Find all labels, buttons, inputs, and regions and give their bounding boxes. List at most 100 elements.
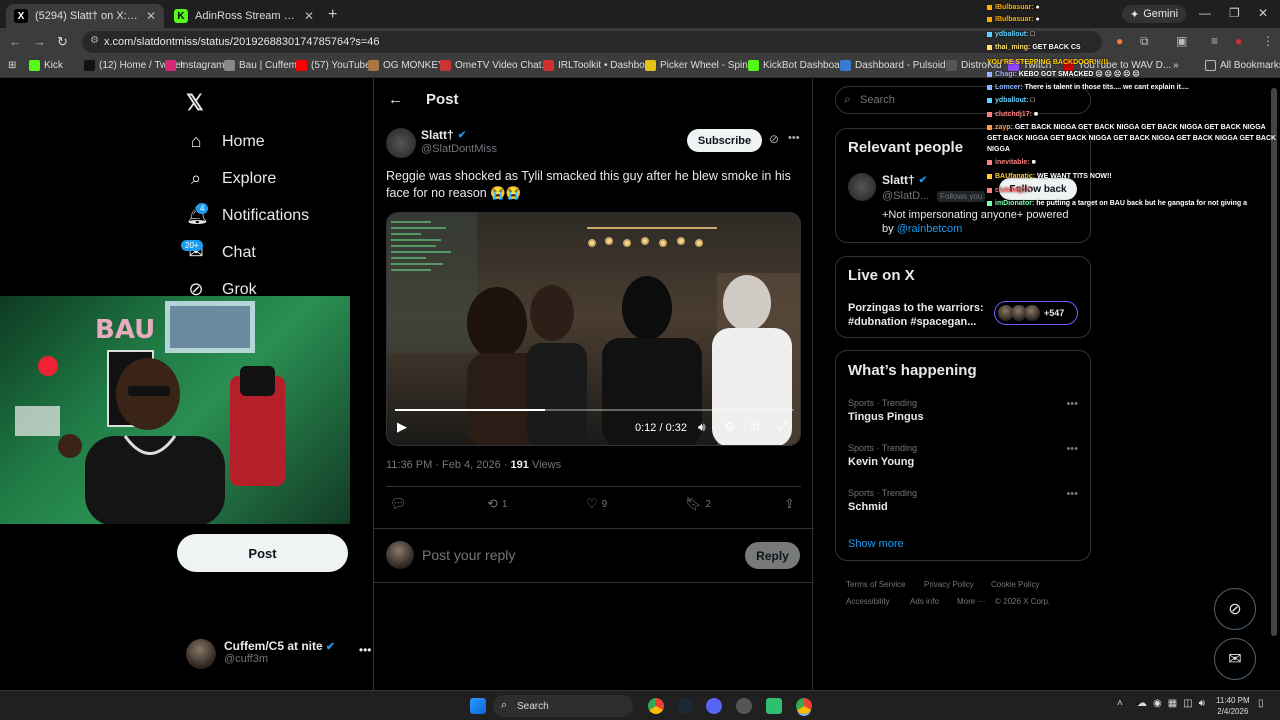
bookmark-item[interactable]: OmeTV Video Chat... — [440, 60, 550, 71]
more-icon[interactable]: ••• — [1066, 398, 1078, 410]
chrome-icon[interactable] — [648, 698, 664, 714]
forward-icon[interactable]: → — [33, 34, 46, 49]
address-bar[interactable]: ⚙ x.com/slatdontmiss/status/201926883017… — [82, 31, 1102, 53]
close-tab-icon[interactable]: ✕ — [298, 9, 314, 23]
x-logo-icon[interactable]: 𝕏 — [186, 90, 204, 116]
bookmark-favicon-icon — [440, 60, 451, 71]
bookmarks-overflow-icon[interactable]: » — [1173, 60, 1179, 71]
copyright: © 2026 X Corp. — [995, 597, 1051, 606]
back-icon[interactable]: ← — [9, 34, 22, 49]
sidepanel-icon[interactable]: ▣ — [1176, 34, 1187, 48]
post-button[interactable]: Post — [177, 534, 348, 572]
taskbar-search[interactable]: ⌕ Search — [493, 695, 633, 717]
footer-link[interactable]: Accessibility — [846, 597, 890, 606]
bookmark-action[interactable]: 🔖︎ 2 — [685, 496, 711, 512]
grok-fab[interactable]: ⊘ — [1214, 588, 1256, 630]
reload-icon[interactable]: ↻ — [57, 34, 68, 50]
trend-item[interactable]: Sports · Trending Tingus Pingus — [848, 398, 924, 423]
reply-button[interactable]: Reply — [745, 542, 800, 569]
reply-action[interactable]: 💬︎ — [390, 496, 407, 512]
live-space-text[interactable]: Porzingas to the warriors: #dubnation #s… — [848, 301, 988, 329]
apps-grid-icon[interactable]: ⊞ — [8, 60, 16, 71]
tab-kick-stream[interactable]: K AdinRoss Stream - Watch Live o ✕ — [166, 4, 322, 28]
author-name[interactable]: Slatt† — [421, 128, 454, 142]
tab-x-post[interactable]: X (5294) Slatt† on X: "Reggie was ✕ — [6, 4, 164, 28]
footer-link[interactable]: Privacy Policy — [924, 580, 974, 589]
video-player[interactable]: ▶ 0:12 / 0:32 🔊︎ ⚙ ⧉ ⤢ — [386, 212, 801, 446]
clock[interactable]: 11:40 PM 2/4/2026 — [1216, 695, 1250, 717]
media-icon[interactable]: ≡ — [1211, 34, 1218, 48]
more-options-icon[interactable]: ••• — [788, 132, 800, 144]
reply-input[interactable] — [422, 543, 722, 567]
back-arrow-icon[interactable]: ← — [388, 91, 403, 108]
extension-icon[interactable]: ● — [1116, 34, 1123, 48]
chat-message: clutchdj17: — [987, 186, 1032, 196]
fullscreen-icon[interactable]: ⤢ — [778, 419, 788, 434]
post-timestamp[interactable]: 11:36 PM · Feb 4, 2026 · — [386, 459, 507, 471]
footer-link[interactable]: Cookie Policy — [991, 580, 1039, 589]
bookmark-item[interactable]: Instagram — [165, 60, 224, 71]
volume-icon[interactable]: 🔊︎ — [698, 420, 706, 435]
bookmark-item[interactable]: IRLToolkit • Dashbo... — [543, 60, 653, 71]
like-action[interactable]: ♡ 9 — [586, 496, 607, 512]
app-icon[interactable] — [766, 698, 782, 714]
picture-in-picture-icon[interactable]: ⧉ — [751, 419, 760, 434]
person-name[interactable]: Slatt† — [882, 173, 915, 187]
repost-action[interactable]: ⟲ 1 — [487, 496, 507, 512]
show-more-link[interactable]: Show more — [848, 538, 904, 550]
menu-icon[interactable]: ⋮ — [1262, 34, 1274, 48]
steam-icon[interactable] — [677, 698, 693, 714]
close-window-icon[interactable]: ✕ — [1258, 6, 1268, 20]
app-icon[interactable] — [736, 698, 752, 714]
author-handle[interactable]: @SlatDontMiss — [421, 143, 497, 155]
bookmark-label: Bau | Cuffem — [239, 60, 297, 71]
person-avatar[interactable] — [848, 173, 876, 201]
bookmark-favicon-icon — [165, 60, 176, 71]
restore-icon[interactable]: ❐ — [1229, 6, 1240, 20]
chat-username: inevitable: — [995, 159, 1030, 166]
bookmark-item[interactable]: Kick — [29, 60, 63, 71]
bookmark-item[interactable]: (57) YouTube — [296, 60, 371, 71]
tray-icons[interactable]: ☁◉▦◫🔊︎ — [1137, 698, 1211, 709]
play-icon[interactable]: ▶ — [397, 419, 407, 435]
scrollbar[interactable] — [1271, 88, 1277, 636]
all-bookmarks[interactable]: All Bookmarks — [1205, 60, 1280, 71]
more-icon[interactable]: ••• — [359, 643, 372, 669]
chrome-active-icon[interactable] — [796, 698, 812, 714]
grok-explain-icon[interactable]: ⊘ — [769, 132, 779, 146]
discord-icon[interactable] — [706, 698, 722, 714]
bio-link[interactable]: @rainbetcom — [897, 223, 963, 235]
live-listeners-pill[interactable]: +547 — [994, 301, 1078, 325]
share-action[interactable]: ⇪ — [784, 496, 795, 512]
profile-avatar-icon[interactable]: ● — [1235, 34, 1242, 48]
new-tab-icon[interactable]: + — [328, 6, 337, 24]
notification-icon[interactable]: ▯ — [1258, 698, 1264, 709]
bookmark-item[interactable]: OG MONKEY — [368, 60, 445, 71]
footer-link[interactable]: Ads info — [910, 597, 939, 606]
sidebar-item-home[interactable]: ⌂ Home — [186, 131, 265, 152]
close-tab-icon[interactable]: ✕ — [140, 9, 156, 23]
trend-item[interactable]: Sports · Trending Schmid — [848, 488, 917, 513]
footer-link[interactable]: Terms of Service — [846, 580, 906, 589]
settings-icon[interactable]: ⚙ — [724, 419, 736, 435]
more-icon[interactable]: ••• — [1066, 488, 1078, 500]
bookmark-item[interactable]: Dashboard - Pulsoid — [840, 60, 946, 71]
trend-item[interactable]: Sports · Trending Kevin Young — [848, 443, 917, 468]
gemini-button[interactable]: ✦ Gemini — [1122, 5, 1187, 23]
author-avatar[interactable] — [386, 128, 416, 158]
site-info-icon[interactable]: ⚙ — [90, 35, 99, 46]
sidebar-item-explore[interactable]: ⌕ Explore — [186, 168, 276, 189]
bookmark-item[interactable]: Picker Wheel - Spin... — [645, 60, 756, 71]
minimize-icon[interactable]: — — [1199, 6, 1211, 20]
tray-chevron-icon[interactable]: ˄ — [1117, 698, 1123, 709]
account-switcher[interactable]: Cuffem/C5 at nite ✔ @cuff3m ••• — [186, 639, 372, 669]
subscribe-button[interactable]: Subscribe — [687, 129, 762, 152]
more-icon[interactable]: ••• — [1066, 443, 1078, 455]
windows-start-icon[interactable] — [470, 698, 486, 714]
footer-link[interactable]: More ··· — [957, 597, 985, 606]
puzzle-icon[interactable]: ⧉ — [1140, 34, 1149, 49]
bookmark-item[interactable]: KickBot Dashboard — [748, 60, 849, 71]
video-progress-track[interactable] — [395, 409, 794, 411]
messages-fab[interactable]: ✉ — [1214, 638, 1256, 680]
bookmark-item[interactable]: Bau | Cuffem — [224, 60, 297, 71]
